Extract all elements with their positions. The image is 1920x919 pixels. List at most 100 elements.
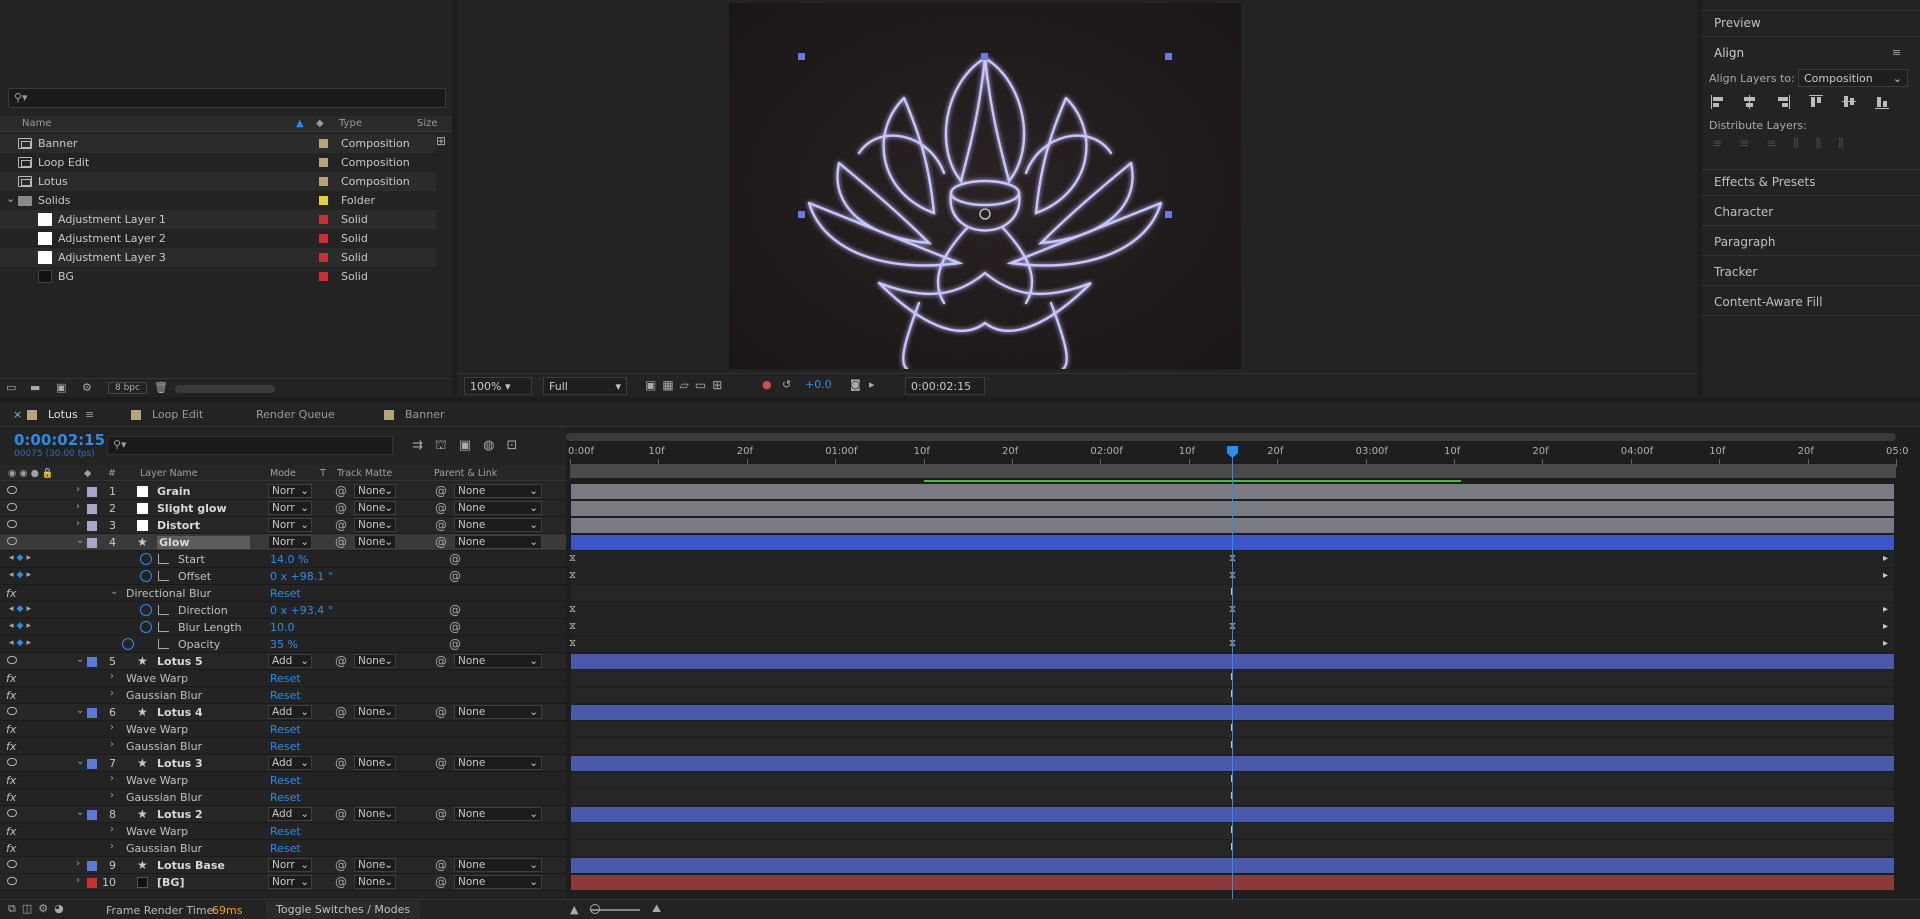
parent-select[interactable]: None ⌄: [454, 501, 542, 515]
preserve-transparency-icon[interactable]: @: [335, 756, 347, 770]
parent-select[interactable]: None ⌄: [454, 858, 542, 872]
visibility-eye-icon[interactable]: [7, 707, 17, 715]
graph-icon[interactable]: [158, 554, 169, 564]
layer-name[interactable]: Lotus 5: [157, 655, 203, 668]
expression-pickwhip-icon[interactable]: @: [449, 620, 461, 634]
close-tab-icon[interactable]: ×: [13, 408, 22, 421]
align-bottom-icon[interactable]: [1874, 94, 1890, 110]
effect-row[interactable]: fx › Wave Warp Reset: [0, 721, 566, 738]
twirl-icon[interactable]: ⌄: [76, 807, 84, 818]
twirl-icon[interactable]: ›: [76, 484, 80, 495]
effect-toggle-icon[interactable]: fx: [6, 791, 16, 804]
keyframe-marker[interactable]: ⧖: [569, 604, 576, 615]
layer-row[interactable]: › 10 [BG] Norr ⌄ @ None ⌄ @ None ⌄: [0, 874, 566, 891]
blend-mode-select[interactable]: Norr ⌄: [268, 484, 312, 498]
parent-pickwhip-icon[interactable]: @: [435, 535, 447, 549]
parent-select[interactable]: None ⌄: [454, 705, 542, 719]
project-item[interactable]: Lotus Composition: [0, 172, 436, 191]
twirl-icon[interactable]: ⌄: [76, 705, 84, 716]
toggle-switches-modes-button[interactable]: Toggle Switches / Modes: [266, 901, 421, 918]
label-color-swatch[interactable]: [319, 272, 328, 281]
project-search-input[interactable]: ⚲▾: [8, 88, 446, 108]
layer-name[interactable]: Lotus 3: [157, 757, 203, 770]
layer-name[interactable]: Glow: [157, 536, 250, 549]
trash-icon[interactable]: 🗑: [154, 381, 168, 394]
flowchart-icon[interactable]: ⊞: [436, 134, 446, 148]
stopwatch-icon[interactable]: [122, 638, 134, 650]
stopwatch-icon[interactable]: [140, 570, 152, 582]
twirl-icon[interactable]: ⌄: [76, 756, 84, 767]
twirl-icon[interactable]: ›: [76, 501, 80, 512]
distribute-buttons[interactable]: ≡≡≡⫼⫼⫼: [1712, 136, 1861, 151]
effect-toggle-icon[interactable]: fx: [6, 689, 16, 702]
timeline-switch-icons[interactable]: ⇉⛫▣◍⊡: [412, 438, 529, 455]
visibility-eye-icon[interactable]: [7, 809, 17, 817]
effect-name[interactable]: Wave Warp: [126, 723, 188, 736]
parent-select[interactable]: None ⌄: [454, 756, 542, 770]
effect-name[interactable]: Gaussian Blur: [126, 689, 202, 702]
timeline-search-input[interactable]: ⚲▾: [107, 436, 393, 455]
align-panel-header[interactable]: Align: [1714, 46, 1744, 60]
project-item[interactable]: Adjustment Layer 1 Solid: [0, 210, 436, 229]
blend-mode-select[interactable]: Norr ⌄: [268, 858, 312, 872]
project-item[interactable]: Loop Edit Composition: [0, 153, 436, 172]
interpret-footage-icon[interactable]: ▭: [6, 381, 16, 394]
twirl-icon[interactable]: ›: [76, 858, 80, 869]
layer-label-color[interactable]: [87, 487, 97, 497]
twirl-icon[interactable]: ›: [110, 739, 114, 750]
layer-label-color[interactable]: [87, 521, 97, 531]
parent-select[interactable]: None ⌄: [454, 535, 542, 549]
keyframe-marker[interactable]: ⧖: [569, 553, 576, 564]
layer-row[interactable]: ⌄ 4 ★ Glow Norr ⌄ @ None ⌄ @ None ⌄: [0, 534, 566, 551]
preserve-transparency-icon[interactable]: @: [335, 501, 347, 515]
track-matte-select[interactable]: None ⌄: [354, 484, 396, 498]
time-navigator[interactable]: [566, 433, 1896, 441]
type-column-header[interactable]: Type: [339, 118, 362, 129]
track-matte-select[interactable]: None ⌄: [354, 756, 396, 770]
effect-reset-link[interactable]: Reset: [270, 842, 301, 855]
keyframe-marker[interactable]: ▸: [1883, 621, 1888, 632]
twirl-icon[interactable]: ›: [110, 722, 114, 733]
adjust-settings-icon[interactable]: ⚙: [82, 381, 92, 394]
keyframe-navigator[interactable]: ◂◆▸: [9, 553, 34, 563]
zoom-in-icon[interactable]: ⛰: [652, 902, 661, 916]
effect-reset-link[interactable]: Reset: [270, 774, 301, 787]
twirl-icon[interactable]: ›: [76, 518, 80, 529]
stopwatch-icon[interactable]: [140, 553, 152, 565]
effect-toggle-icon[interactable]: fx: [6, 774, 16, 787]
track-matte-select[interactable]: None ⌄: [354, 518, 396, 532]
transform-handles[interactable]: [798, 53, 1172, 218]
property-row[interactable]: ◂◆▸ Start 14.0 % @: [0, 551, 566, 568]
project-item[interactable]: BG Solid: [0, 267, 436, 286]
zoom-out-icon[interactable]: ▲: [570, 903, 578, 916]
keyframe-navigator[interactable]: ◂◆▸: [9, 638, 34, 648]
graph-icon[interactable]: [158, 571, 169, 581]
twirl-icon[interactable]: ⌄: [76, 654, 84, 665]
layer-label-color[interactable]: [87, 759, 97, 769]
expression-pickwhip-icon[interactable]: @: [449, 603, 461, 617]
parent-pickwhip-icon[interactable]: @: [435, 875, 447, 889]
visibility-eye-icon[interactable]: [7, 758, 17, 766]
graph-icon[interactable]: [158, 639, 169, 649]
twirl-icon[interactable]: ›: [110, 773, 114, 784]
blend-mode-select[interactable]: Norr ⌄: [268, 518, 312, 532]
effects-presets-panel-header[interactable]: Effects & Presets: [1714, 175, 1815, 189]
paragraph-panel-header[interactable]: Paragraph: [1714, 235, 1775, 249]
keyframe-navigator[interactable]: ◂◆▸: [9, 621, 34, 631]
effect-reset-link[interactable]: Reset: [270, 672, 301, 685]
track-matte-select[interactable]: None ⌄: [354, 858, 396, 872]
blend-mode-select[interactable]: Norr ⌄: [268, 535, 312, 549]
effect-toggle-icon[interactable]: fx: [6, 842, 16, 855]
expression-pickwhip-icon[interactable]: @: [449, 637, 461, 651]
blend-mode-select[interactable]: Add ⌄: [268, 756, 312, 770]
effect-toggle-icon[interactable]: fx: [6, 723, 16, 736]
effect-reset-link[interactable]: Reset: [270, 587, 301, 600]
stopwatch-icon[interactable]: [140, 604, 152, 616]
twirl-icon[interactable]: ›: [110, 671, 114, 682]
label-color-swatch[interactable]: [319, 196, 328, 205]
graph-icon[interactable]: [158, 605, 169, 615]
layer-row[interactable]: ⌄ 8 ★ Lotus 2 Add ⌄ @ None ⌄ @ None ⌄: [0, 806, 566, 823]
label-column-icon[interactable]: ◆: [84, 468, 91, 479]
property-row[interactable]: ◂◆▸ Offset 0 x +98.1 ° @: [0, 568, 566, 585]
effect-name[interactable]: Gaussian Blur: [126, 740, 202, 753]
